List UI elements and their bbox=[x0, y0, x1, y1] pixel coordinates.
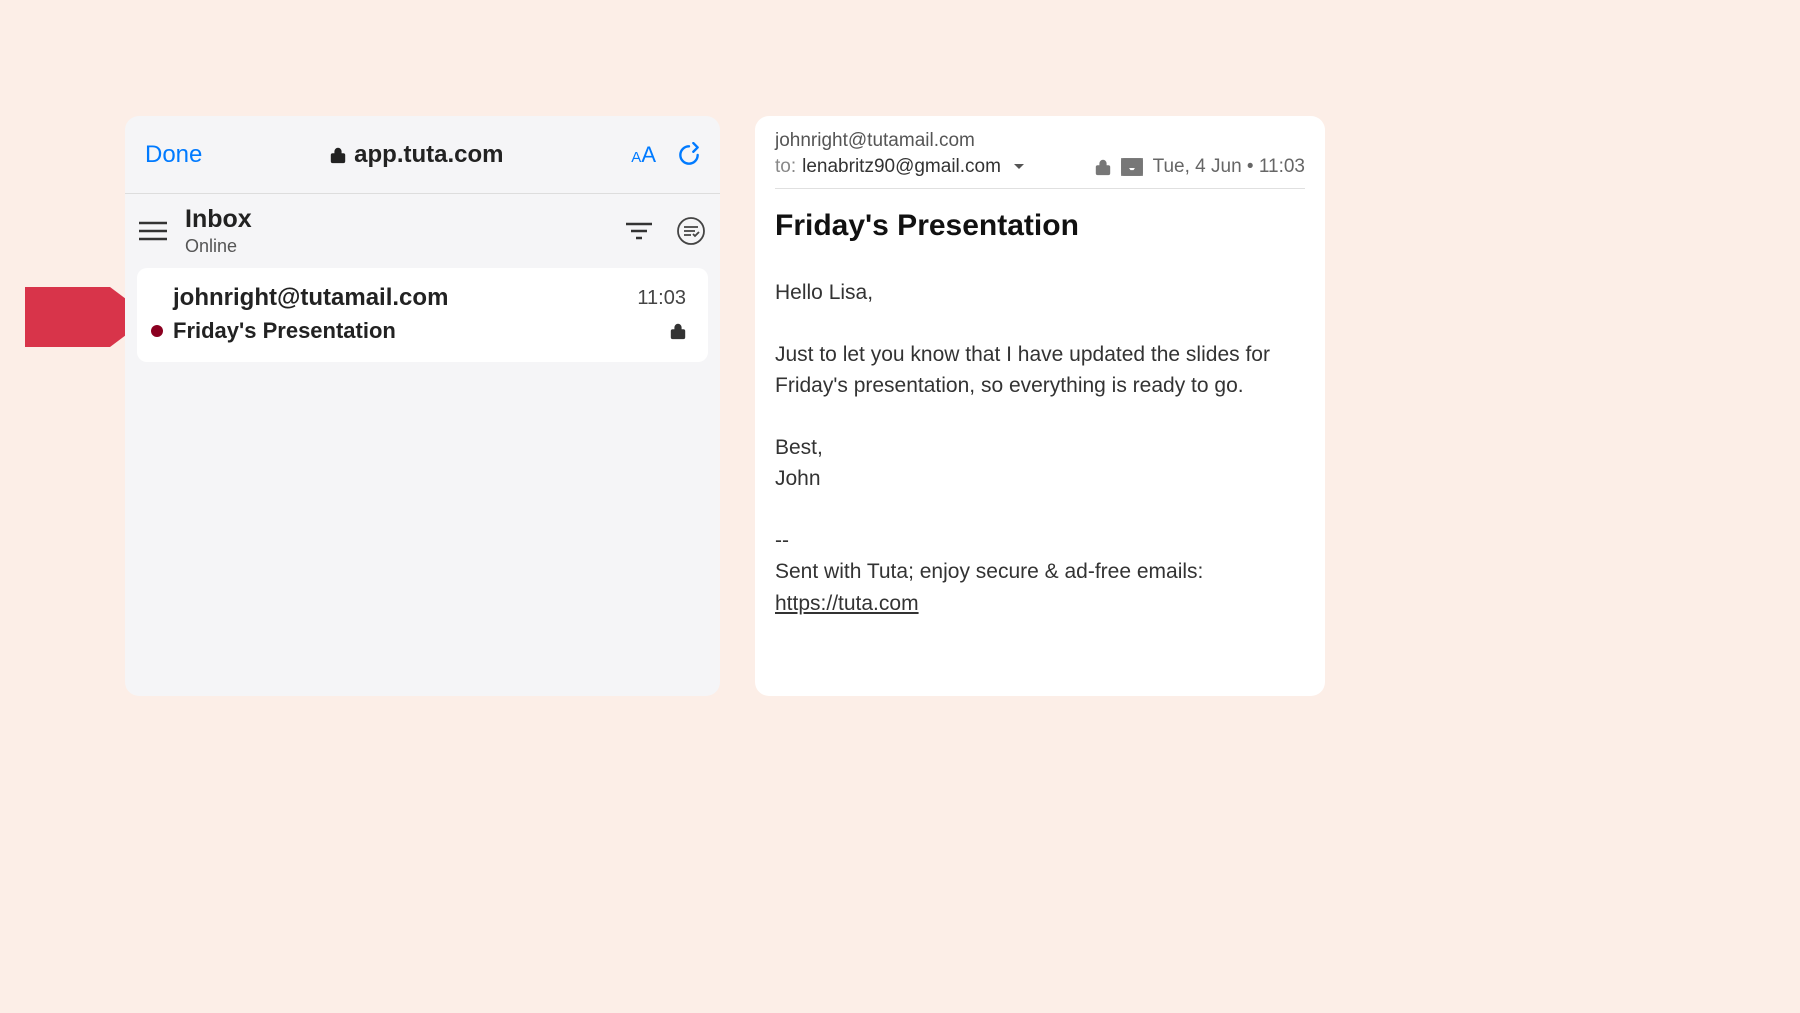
message-closing: Best, bbox=[775, 432, 1305, 464]
unread-indicator-icon bbox=[151, 325, 163, 337]
menu-button[interactable] bbox=[139, 221, 167, 241]
lock-icon bbox=[330, 146, 346, 164]
inbox-title-group: Inbox Online bbox=[185, 205, 626, 257]
to-label: to: bbox=[775, 156, 796, 178]
email-subject: Friday's Presentation bbox=[173, 318, 396, 344]
chevron-down-icon bbox=[1013, 163, 1025, 171]
text-size-button[interactable]: AA bbox=[631, 142, 656, 168]
inbox-browser-panel: Done app.tuta.com AA Inbox Online bbox=[125, 116, 720, 696]
address-bar[interactable]: app.tuta.com bbox=[202, 141, 631, 169]
message-greeting: Hello Lisa, bbox=[775, 277, 1305, 309]
inbox-title: Inbox bbox=[185, 205, 626, 234]
filter-button[interactable] bbox=[626, 222, 652, 240]
email-time: 11:03 bbox=[637, 287, 686, 310]
reload-button[interactable] bbox=[676, 142, 702, 168]
message-date: Tue, 4 Jun • 11:03 bbox=[1153, 156, 1305, 178]
message-recipients-dropdown[interactable]: to: lenabritz90@gmail.com bbox=[775, 156, 1025, 178]
signature-link[interactable]: https://tuta.com bbox=[775, 592, 919, 615]
email-list-item[interactable]: johnright@tutamail.com 11:03 Friday's Pr… bbox=[137, 268, 708, 362]
browser-toolbar: Done app.tuta.com AA bbox=[125, 116, 720, 194]
message-body: Hello Lisa, Just to let you know that I … bbox=[775, 277, 1305, 619]
message-header-row: to: lenabritz90@gmail.com Tue, 4 Jun • 1… bbox=[775, 156, 1305, 189]
done-button[interactable]: Done bbox=[143, 141, 202, 169]
message-paragraph: Just to let you know that I have updated… bbox=[775, 339, 1305, 402]
message-from: johnright@tutamail.com bbox=[775, 130, 1305, 152]
inbox-header: Inbox Online bbox=[125, 194, 720, 268]
message-detail-panel: johnright@tutamail.com to: lenabritz90@g… bbox=[755, 116, 1325, 696]
email-sender: johnright@tutamail.com bbox=[173, 284, 448, 312]
message-title: Friday's Presentation bbox=[775, 209, 1305, 243]
signature-separator: -- bbox=[775, 525, 1305, 557]
text-size-small-a-icon: A bbox=[631, 149, 641, 166]
text-size-big-a-icon: A bbox=[641, 142, 656, 168]
inbox-status: Online bbox=[185, 236, 626, 257]
browser-address-text: app.tuta.com bbox=[354, 141, 503, 169]
select-all-button[interactable] bbox=[676, 216, 706, 246]
encrypted-lock-icon bbox=[1095, 158, 1111, 176]
signature-text: Sent with Tuta; enjoy secure & ad-free e… bbox=[775, 556, 1305, 588]
message-meta: Tue, 4 Jun • 11:03 bbox=[1095, 156, 1305, 178]
message-signature-name: John bbox=[775, 463, 1305, 495]
inbox-tray-icon bbox=[1121, 158, 1143, 176]
encrypted-lock-icon bbox=[670, 322, 686, 340]
to-email: lenabritz90@gmail.com bbox=[802, 156, 1001, 178]
